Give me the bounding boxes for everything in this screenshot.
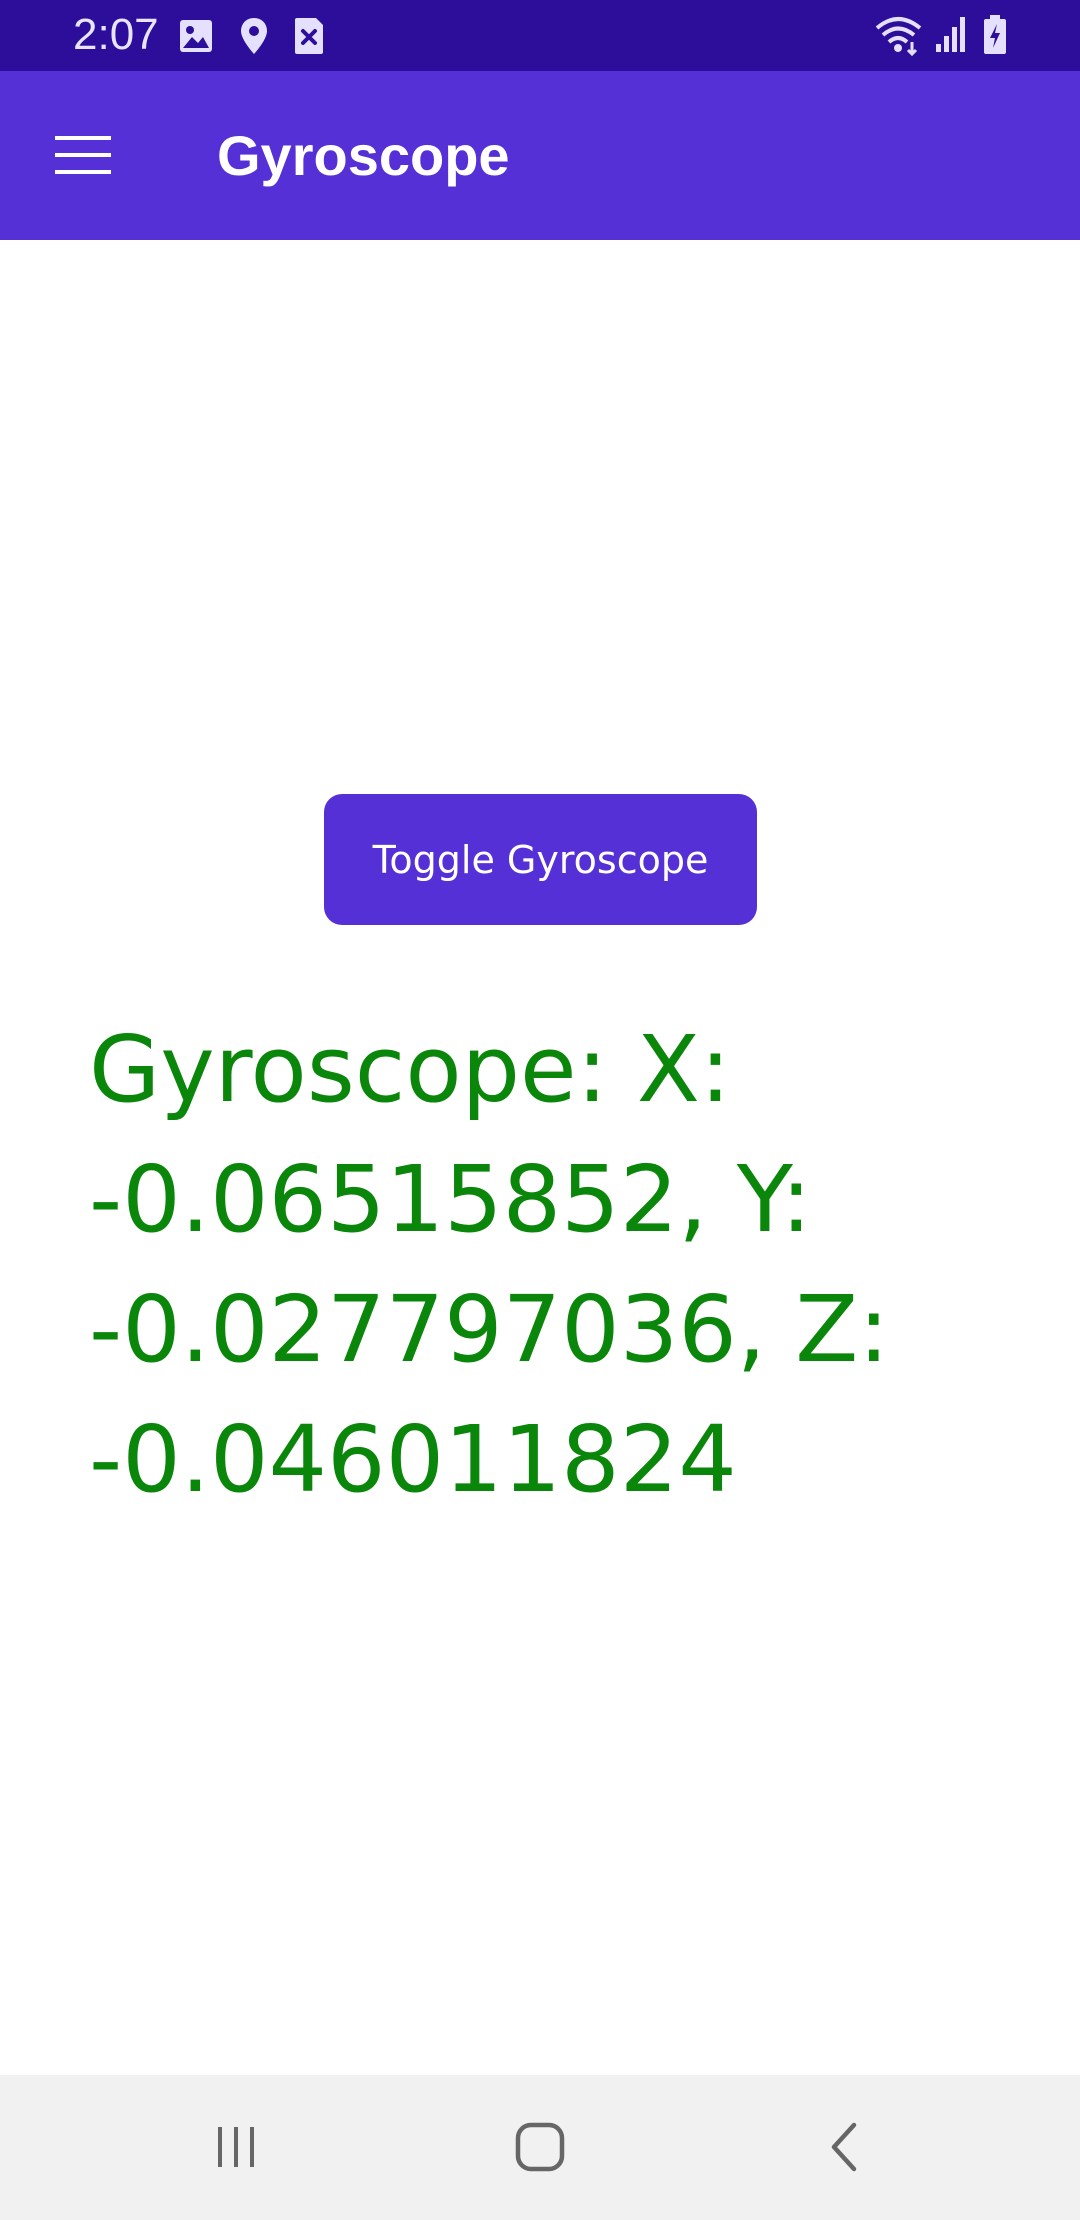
status-time: 2:07 — [73, 10, 159, 59]
wifi-icon — [875, 17, 922, 56]
image-icon — [180, 20, 212, 52]
location-pin-icon — [241, 18, 267, 54]
gyro-line-3: -0.027797036, Z: — [89, 1276, 890, 1383]
signal-icon — [936, 17, 965, 52]
gyro-line-4: -0.046011824 — [89, 1406, 737, 1513]
navigation-bar — [0, 2075, 1080, 2220]
toggle-gyroscope-button[interactable]: Toggle Gyroscope — [324, 794, 757, 925]
recent-apps-icon[interactable] — [212, 2117, 262, 2177]
gyro-line-1: Gyroscope: X: — [89, 1016, 731, 1123]
gyro-line-2: -0.06515852, Y: — [89, 1146, 812, 1253]
status-bar: 2:07 — [0, 0, 1080, 71]
hamburger-menu-icon[interactable] — [50, 129, 116, 181]
battery-charging-icon — [984, 15, 1006, 54]
gyroscope-readout: Gyroscope: X: -0.06515852, Y: -0.0277970… — [89, 1005, 1009, 1525]
close-box-icon — [295, 18, 323, 54]
app-bar: Gyroscope — [0, 71, 1080, 240]
back-icon[interactable] — [820, 2117, 870, 2177]
home-icon[interactable] — [510, 2117, 570, 2177]
page-title: Gyroscope — [217, 124, 510, 187]
